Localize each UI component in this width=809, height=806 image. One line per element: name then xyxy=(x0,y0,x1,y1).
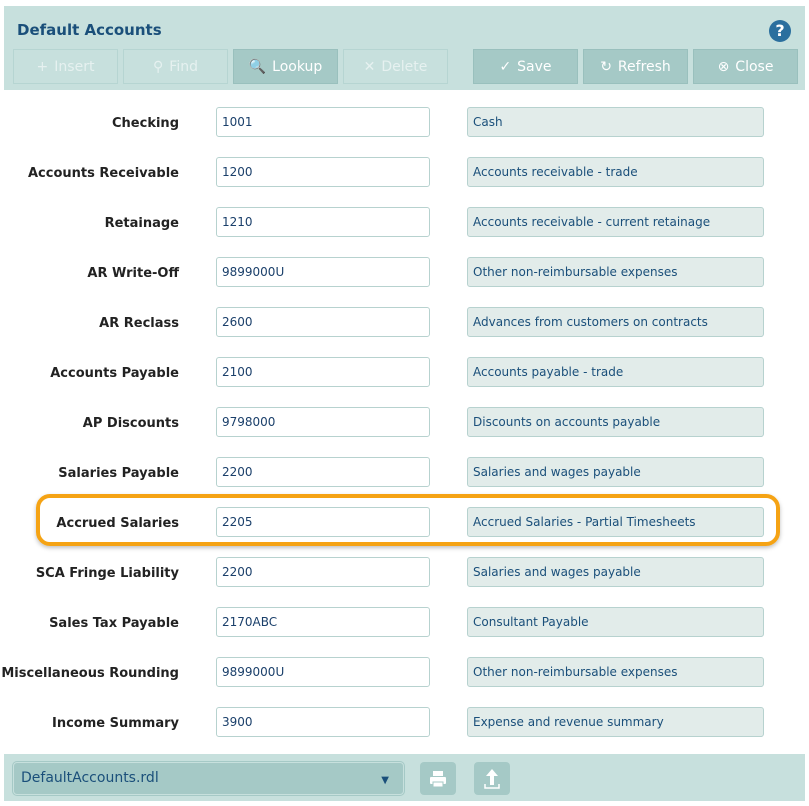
account-description: Cash xyxy=(467,107,764,137)
lookup-label: Lookup xyxy=(272,58,323,75)
form-row: Income Summary 3900 Expense and revenue su… xyxy=(0,707,809,737)
account-input[interactable]: 1001 xyxy=(216,107,430,137)
refresh-button[interactable]: ↻ Refresh xyxy=(583,49,688,84)
field-label: Accounts Payable xyxy=(50,366,179,381)
field-label: Salaries Payable xyxy=(58,466,179,481)
delete-label: Delete xyxy=(381,58,428,75)
account-description: Accounts receivable - trade xyxy=(467,157,764,187)
report-select[interactable]: DefaultAccounts.rdl ▼ xyxy=(12,761,405,796)
close-icon: ⊗ xyxy=(717,58,730,75)
account-description: Expense and revenue summary xyxy=(467,707,764,737)
account-description: Salaries and wages payable xyxy=(467,557,764,587)
upload-button[interactable] xyxy=(474,762,510,795)
insert-button[interactable]: + Insert xyxy=(13,49,118,84)
printer-icon xyxy=(430,770,446,787)
field-label: Checking xyxy=(112,116,179,131)
form-row: AR Write-Off 9899000U Other non-reimbursab… xyxy=(0,257,809,287)
delete-button[interactable]: ✕ Delete xyxy=(343,49,448,84)
insert-label: Insert xyxy=(54,58,95,75)
account-input[interactable]: 1210 xyxy=(216,207,430,237)
account-input[interactable]: 3900 xyxy=(216,707,430,737)
account-description: Advances from customers on contracts xyxy=(467,307,764,337)
field-label: Miscellaneous Rounding xyxy=(1,666,179,681)
field-label: SCA Fringe Liability xyxy=(35,566,179,581)
refresh-label: Refresh xyxy=(617,58,671,75)
form-row: Miscellaneous Rounding 9899000U Other non-… xyxy=(0,657,809,687)
lookup-button[interactable]: 🔍 Lookup xyxy=(233,49,338,84)
footer: DefaultAccounts.rdl ▼ xyxy=(4,754,805,801)
form-row: Retainage 1210 Accounts receivable - curre… xyxy=(0,207,809,237)
account-input[interactable]: 2600 xyxy=(216,307,430,337)
account-description: Consultant Payable xyxy=(467,607,764,637)
print-button[interactable] xyxy=(420,762,456,795)
form-row: Accounts Receivable 1200 Accounts receivab… xyxy=(0,157,809,187)
close-button[interactable]: ⊗ Close xyxy=(693,49,798,84)
account-description: Other non-reimbursable expenses xyxy=(467,657,764,687)
delete-icon: ✕ xyxy=(363,58,376,75)
find-label: Find xyxy=(169,58,198,75)
form-row: SCA Fringe Liability 2200 Salaries and wag… xyxy=(0,557,809,587)
account-input[interactable]: 2100 xyxy=(216,357,430,387)
upload-icon xyxy=(484,768,500,789)
chevron-down-icon: ▼ xyxy=(381,775,389,786)
account-description: Accounts payable - trade xyxy=(467,357,764,387)
account-description: Discounts on accounts payable xyxy=(467,407,764,437)
save-button[interactable]: ✓ Save xyxy=(473,49,578,84)
help-icon[interactable]: ? xyxy=(769,20,791,42)
field-label: Income Summary xyxy=(52,716,179,731)
field-label: Accounts Receivable xyxy=(27,166,179,181)
refresh-icon: ↻ xyxy=(600,58,612,75)
form-row: Sales Tax Payable 2170ABC Consultant Payab… xyxy=(0,607,809,637)
field-label: AR Write-Off xyxy=(87,266,179,281)
page-title: Default Accounts xyxy=(17,21,162,39)
close-label: Close xyxy=(735,58,774,75)
account-description: Accounts receivable - current retainage xyxy=(467,207,764,237)
form-row: Checking 1001 Cash xyxy=(0,107,809,137)
insert-icon: + xyxy=(36,58,49,75)
account-input[interactable]: 2200 xyxy=(216,457,430,487)
report-select-value: DefaultAccounts.rdl xyxy=(21,770,159,786)
account-input[interactable]: 1200 xyxy=(216,157,430,187)
field-label: Retainage xyxy=(104,216,179,231)
find-button[interactable]: ⚲ Find xyxy=(123,49,228,84)
lookup-icon: 🔍 xyxy=(248,58,267,75)
account-input[interactable]: 9798000 xyxy=(216,407,430,437)
account-input[interactable]: 9899000U xyxy=(216,257,430,287)
account-input[interactable]: 9899000U xyxy=(216,657,430,687)
account-description: Salaries and wages payable xyxy=(467,457,764,487)
field-label: AR Reclass xyxy=(99,316,179,331)
form-row: AP Discounts 9798000 Discounts on accounts… xyxy=(0,407,809,437)
highlight-accrued-salaries xyxy=(36,494,780,546)
account-description: Other non-reimbursable expenses xyxy=(467,257,764,287)
account-input[interactable]: 2170ABC xyxy=(216,607,430,637)
form-row: AR Reclass 2600 Advances from customers on… xyxy=(0,307,809,337)
field-label: Sales Tax Payable xyxy=(49,616,179,631)
save-icon: ✓ xyxy=(499,58,512,75)
form-row: Accounts Payable 2100 Accounts payable - t… xyxy=(0,357,809,387)
form-row: Salaries Payable 2200 Salaries and wages p… xyxy=(0,457,809,487)
field-label: AP Discounts xyxy=(82,416,179,431)
save-label: Save xyxy=(517,58,552,75)
account-input[interactable]: 2200 xyxy=(216,557,430,587)
find-icon: ⚲ xyxy=(153,58,164,75)
